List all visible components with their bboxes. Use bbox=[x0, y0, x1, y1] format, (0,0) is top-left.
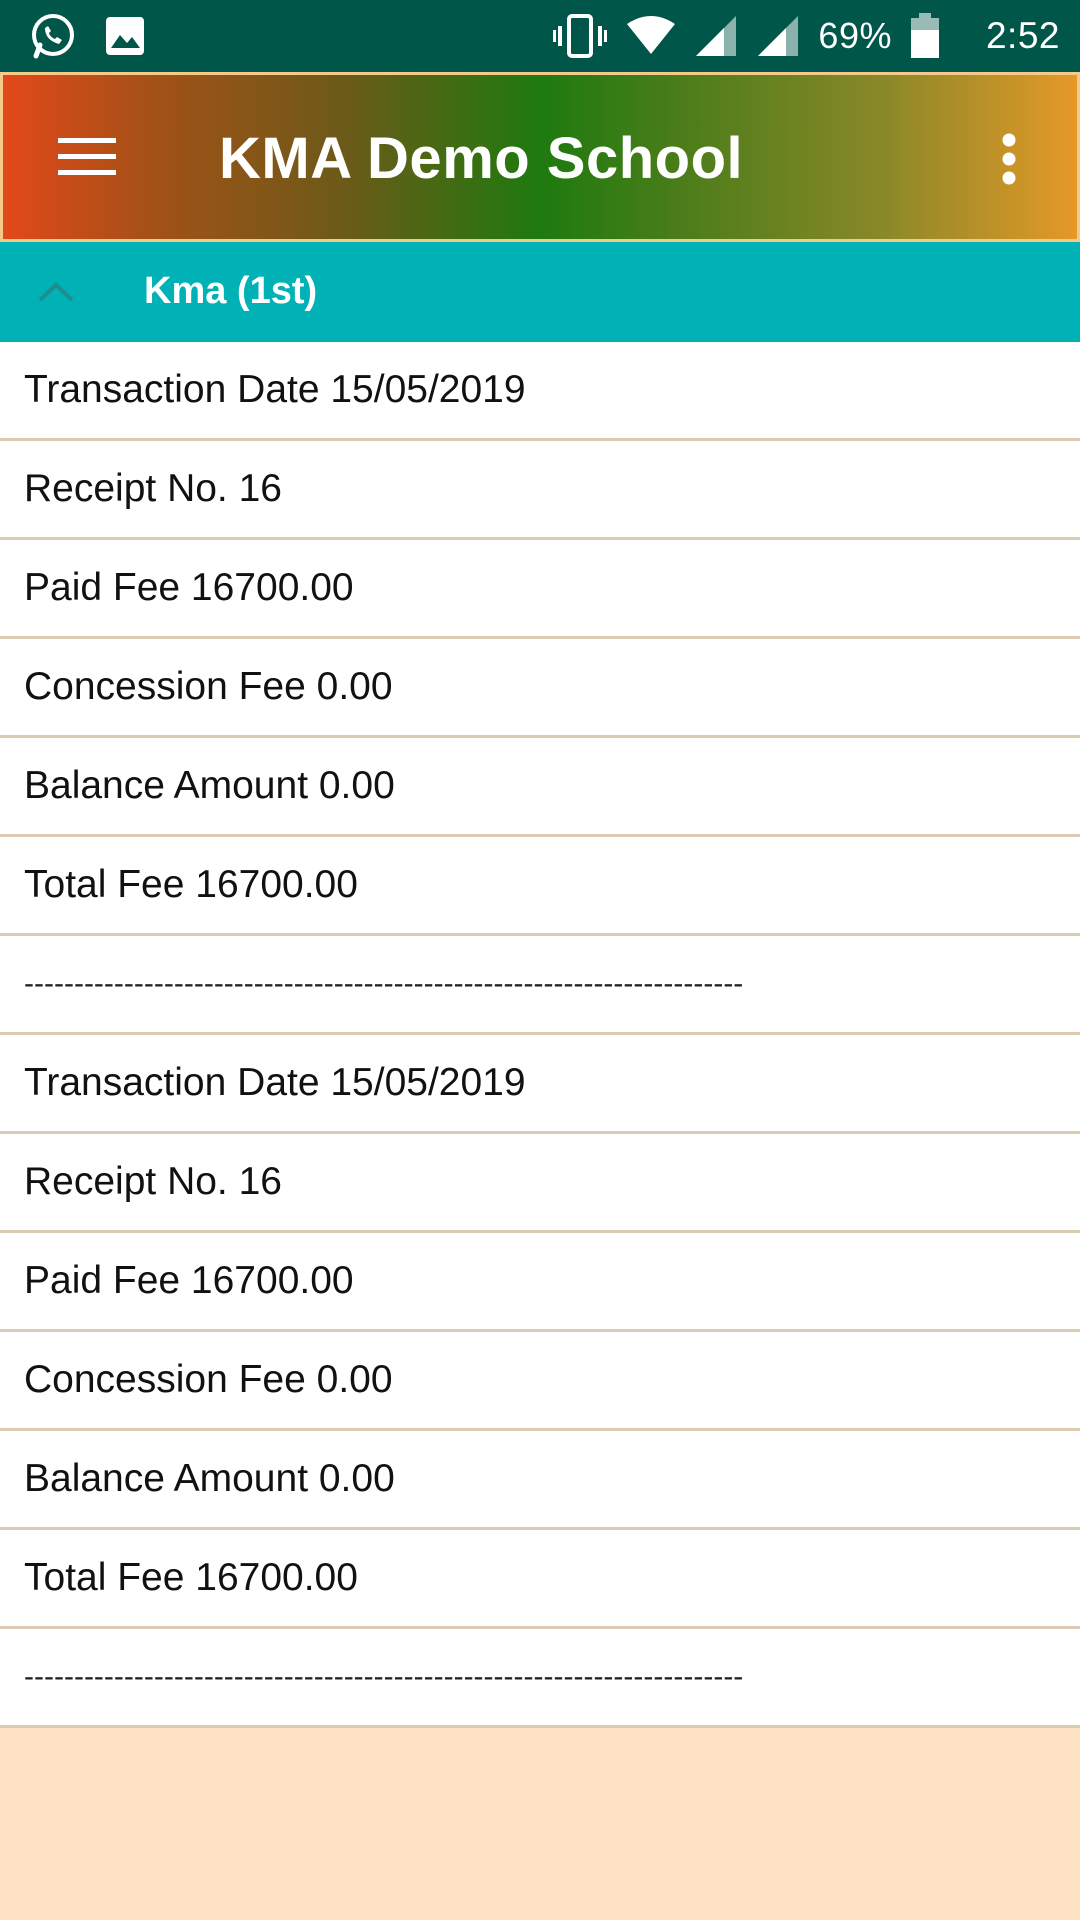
status-bar: 69% 2:52 bbox=[0, 0, 1080, 72]
list-item: Transaction Date 15/05/2019 bbox=[0, 342, 1080, 441]
whatsapp-icon bbox=[28, 11, 78, 61]
battery-percent: 69% bbox=[818, 15, 892, 56]
vibrate-icon bbox=[552, 14, 608, 58]
wifi-icon bbox=[626, 16, 676, 56]
list-separator: ----------------------------------------… bbox=[0, 936, 1080, 1035]
chevron-up-icon bbox=[38, 282, 74, 302]
app-title: KMA Demo School bbox=[219, 126, 744, 191]
overflow-menu-button[interactable] bbox=[981, 119, 1037, 199]
signal-icon bbox=[694, 14, 738, 58]
list-item: Concession Fee 0.00 bbox=[0, 1332, 1080, 1431]
fee-records-list: Transaction Date 15/05/2019 Receipt No. … bbox=[0, 342, 1080, 1728]
list-item: Receipt No. 16 bbox=[0, 1134, 1080, 1233]
group-title: Kma (1st) bbox=[144, 270, 318, 312]
list-item: Paid Fee 16700.00 bbox=[0, 1233, 1080, 1332]
list-separator: ----------------------------------------… bbox=[0, 1629, 1080, 1728]
list-item: Total Fee 16700.00 bbox=[0, 837, 1080, 936]
list-item: Concession Fee 0.00 bbox=[0, 639, 1080, 738]
battery-icon bbox=[910, 13, 940, 59]
list-item: Total Fee 16700.00 bbox=[0, 1530, 1080, 1629]
group-header[interactable]: Kma (1st) bbox=[0, 242, 1080, 342]
list-item: Receipt No. 16 bbox=[0, 441, 1080, 540]
menu-button[interactable] bbox=[47, 121, 127, 193]
list-item: Paid Fee 16700.00 bbox=[0, 540, 1080, 639]
clock: 2:52 bbox=[985, 15, 1060, 56]
hamburger-menu-icon bbox=[58, 138, 116, 175]
image-icon bbox=[104, 15, 146, 57]
signal-icon bbox=[756, 14, 800, 58]
list-item: Transaction Date 15/05/2019 bbox=[0, 1035, 1080, 1134]
list-item: Balance Amount 0.00 bbox=[0, 738, 1080, 837]
list-item: Balance Amount 0.00 bbox=[0, 1431, 1080, 1530]
more-vert-icon bbox=[1002, 133, 1016, 185]
app-toolbar: KMA Demo School bbox=[0, 72, 1080, 242]
